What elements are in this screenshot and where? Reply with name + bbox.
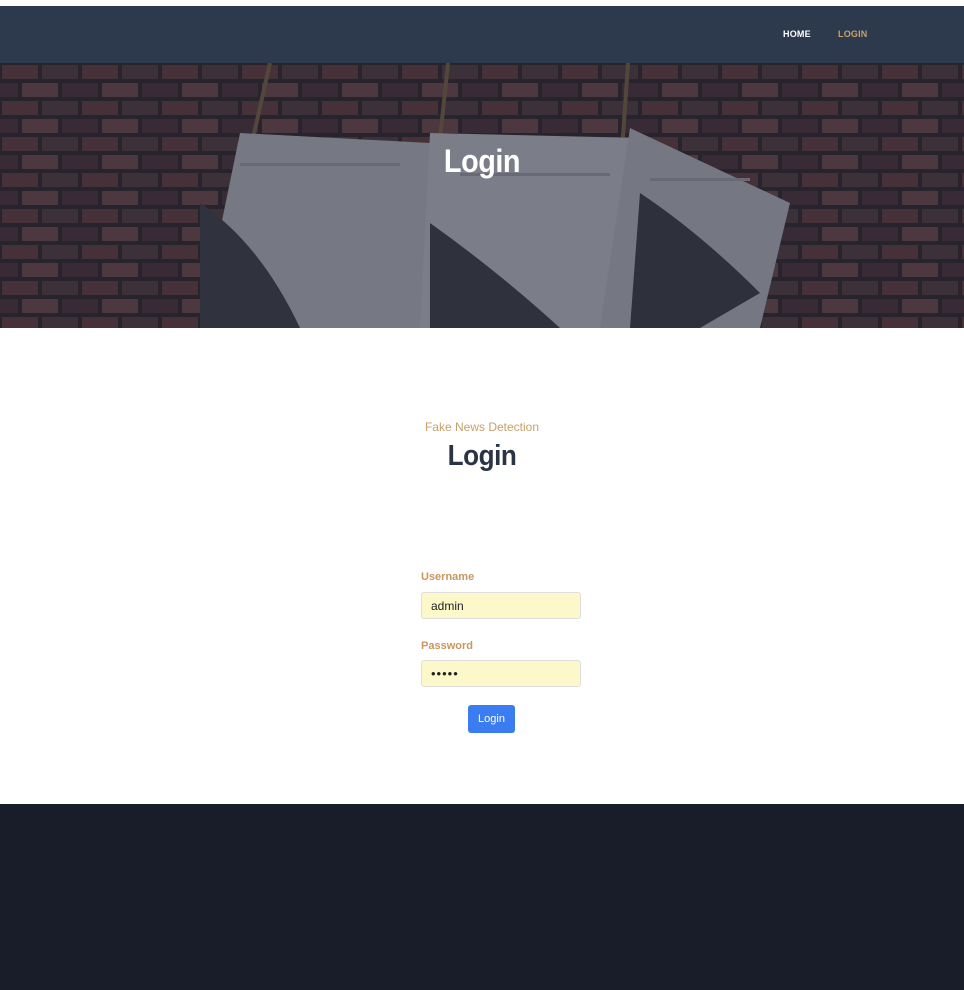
nav-login-link[interactable]: LOGIN [838, 29, 868, 39]
section-title: Login [447, 440, 517, 472]
page: HOME LOGIN Login Fake News Detection Log… [0, 0, 964, 990]
hero-title: Login [443, 143, 521, 179]
password-input[interactable] [421, 660, 581, 687]
footer [0, 804, 964, 990]
password-label: Password [421, 640, 473, 652]
login-button[interactable]: Login [468, 705, 515, 733]
username-input[interactable] [421, 592, 581, 619]
section-subtitle: Fake News Detection [424, 420, 540, 434]
top-navbar: HOME LOGIN [0, 6, 964, 63]
nav-home-link[interactable]: HOME [783, 29, 811, 39]
hero-banner [0, 63, 964, 328]
hero-overlay [0, 63, 964, 328]
username-label: Username [421, 571, 475, 583]
